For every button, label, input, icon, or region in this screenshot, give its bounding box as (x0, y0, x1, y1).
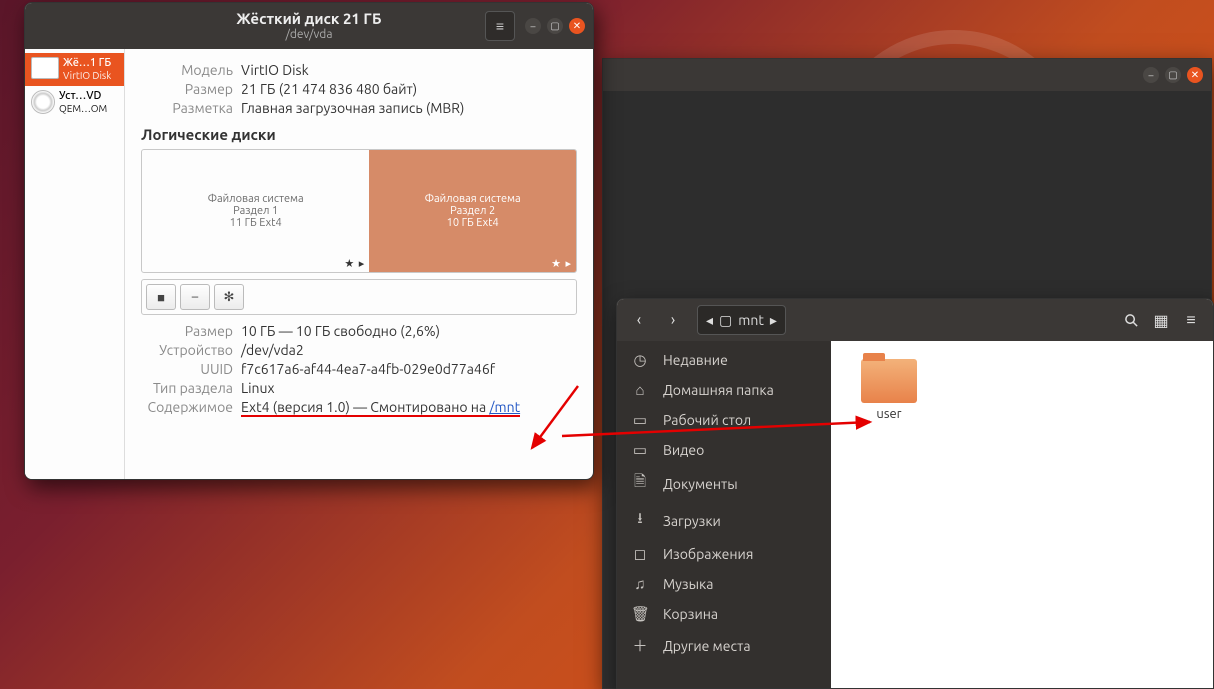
value-uuid: f7c617a6-af44-4ea7-a4fb-029e0d77a46f (241, 361, 495, 377)
disk-detail-pane: Модель VirtIO Disk Размер 21 ГБ (21 474 … (125, 49, 593, 479)
partition-2[interactable]: Файловая система Раздел 2 10 ГБ Ext4 ★ ▸ (369, 150, 576, 272)
star-play-icon: ★ ▸ (344, 257, 365, 270)
unmount-button[interactable]: ■ (146, 284, 176, 310)
plus-icon: ＋ (631, 635, 649, 656)
partition-toolbar: ■ – ✻ (141, 279, 577, 315)
path-bar[interactable]: ◂ ▢ mnt ▸ (697, 305, 786, 335)
folder-user[interactable]: user (849, 359, 929, 421)
drive-icon: ▢ (719, 312, 732, 329)
gear-button[interactable]: ✻ (214, 284, 244, 310)
forward-button[interactable]: › (659, 306, 687, 334)
label-vol-size: Размер (141, 323, 241, 339)
video-icon: ▭ (631, 441, 649, 459)
label-partitioning: Разметка (141, 100, 241, 116)
maximize-button[interactable]: ▢ (1165, 67, 1181, 83)
files-content[interactable]: user (831, 341, 1213, 688)
sidebar-downloads[interactable]: ⭳Загрузки (617, 502, 831, 539)
breadcrumb-mnt[interactable]: mnt (738, 312, 764, 328)
sidebar-home[interactable]: ⌂Домашняя папка (617, 375, 831, 405)
label-model: Модель (141, 62, 241, 78)
music-icon: ♫ (631, 575, 649, 593)
device-item-cd[interactable]: Уст…VD QEM…OM (25, 86, 124, 119)
home-icon: ⌂ (631, 381, 649, 399)
disks-titlebar[interactable]: Жёсткий диск 21 ГБ /dev/vda ≡ – ▢ ✕ (25, 3, 593, 49)
label-parttype: Тип раздела (141, 380, 241, 396)
sidebar-other[interactable]: ＋Другие места (617, 629, 831, 662)
star-play-icon: ★ ▸ (551, 257, 572, 270)
doc-icon: 🗎 (631, 471, 649, 496)
sidebar-desktop[interactable]: ▭Рабочий стол (617, 405, 831, 435)
view-grid-button[interactable]: ▦ (1147, 306, 1175, 334)
search-icon (1124, 313, 1139, 328)
delete-button[interactable]: – (180, 284, 210, 310)
folder-icon (861, 359, 917, 403)
minimize-button[interactable]: – (1143, 67, 1159, 83)
value-size: 21 ГБ (21 474 836 480 байт) (241, 81, 417, 97)
disks-window: Жёсткий диск 21 ГБ /dev/vda ≡ – ▢ ✕ Жё…1… (24, 2, 594, 480)
sidebar-recent[interactable]: ◷Недавние (617, 345, 831, 375)
device-sidebar: Жё…1 ГБ VirtIO Disk Уст…VD QEM…OM (25, 49, 125, 479)
files-sidebar: ◷Недавние ⌂Домашняя папка ▭Рабочий стол … (617, 341, 831, 688)
label-size: Размер (141, 81, 241, 97)
value-partitioning: Главная загрузочная запись (MBR) (241, 100, 464, 116)
label-uuid: UUID (141, 361, 241, 377)
volumes-heading: Логические диски (141, 126, 577, 143)
close-button[interactable]: ✕ (1187, 67, 1203, 83)
sidebar-documents[interactable]: 🗎Документы (617, 465, 831, 502)
camera-icon: ◻ (631, 545, 649, 563)
folder-label: user (849, 407, 929, 421)
label-content: Содержимое (141, 399, 241, 417)
files-titlebar[interactable]: ‹ › ◂ ▢ mnt ▸ ▦ ≡ (617, 299, 1213, 341)
sidebar-pictures[interactable]: ◻Изображения (617, 539, 831, 569)
sidebar-videos[interactable]: ▭Видео (617, 435, 831, 465)
chevron-right-icon: ▸ (770, 312, 777, 329)
desktop-icon: ▭ (631, 411, 649, 429)
sidebar-music[interactable]: ♫Музыка (617, 569, 831, 599)
back-button[interactable]: ‹ (625, 306, 653, 334)
download-icon: ⭳ (631, 508, 649, 533)
files-window: ‹ › ◂ ▢ mnt ▸ ▦ ≡ ◷Недавние ⌂Домашняя па… (616, 298, 1214, 689)
search-button[interactable] (1117, 306, 1145, 334)
partition-map: Файловая система Раздел 1 11 ГБ Ext4 ★ ▸… (141, 149, 577, 273)
value-device: /dev/vda2 (241, 342, 304, 358)
value-vol-size: 10 ГБ — 10 ГБ свободно (2,6%) (241, 323, 440, 339)
device-item-hdd[interactable]: Жё…1 ГБ VirtIO Disk (25, 53, 124, 86)
trash-icon: 🗑 (631, 605, 649, 623)
mount-point-link[interactable]: /mnt (489, 399, 520, 415)
hamburger-button[interactable]: ≡ (1177, 306, 1205, 334)
hamburger-menu-button[interactable]: ≡ (485, 11, 515, 41)
cd-icon (31, 90, 55, 114)
value-content: Ext4 (версия 1.0) — Смонтировано на /mnt (241, 399, 520, 417)
value-parttype: Linux (241, 380, 275, 396)
partition-1[interactable]: Файловая система Раздел 1 11 ГБ Ext4 ★ ▸ (142, 150, 369, 272)
label-device: Устройство (141, 342, 241, 358)
sidebar-trash[interactable]: 🗑Корзина (617, 599, 831, 629)
chevron-left-icon: ◂ (706, 312, 713, 329)
clock-icon: ◷ (631, 351, 649, 369)
hdd-icon (31, 57, 59, 79)
value-model: VirtIO Disk (241, 62, 309, 78)
